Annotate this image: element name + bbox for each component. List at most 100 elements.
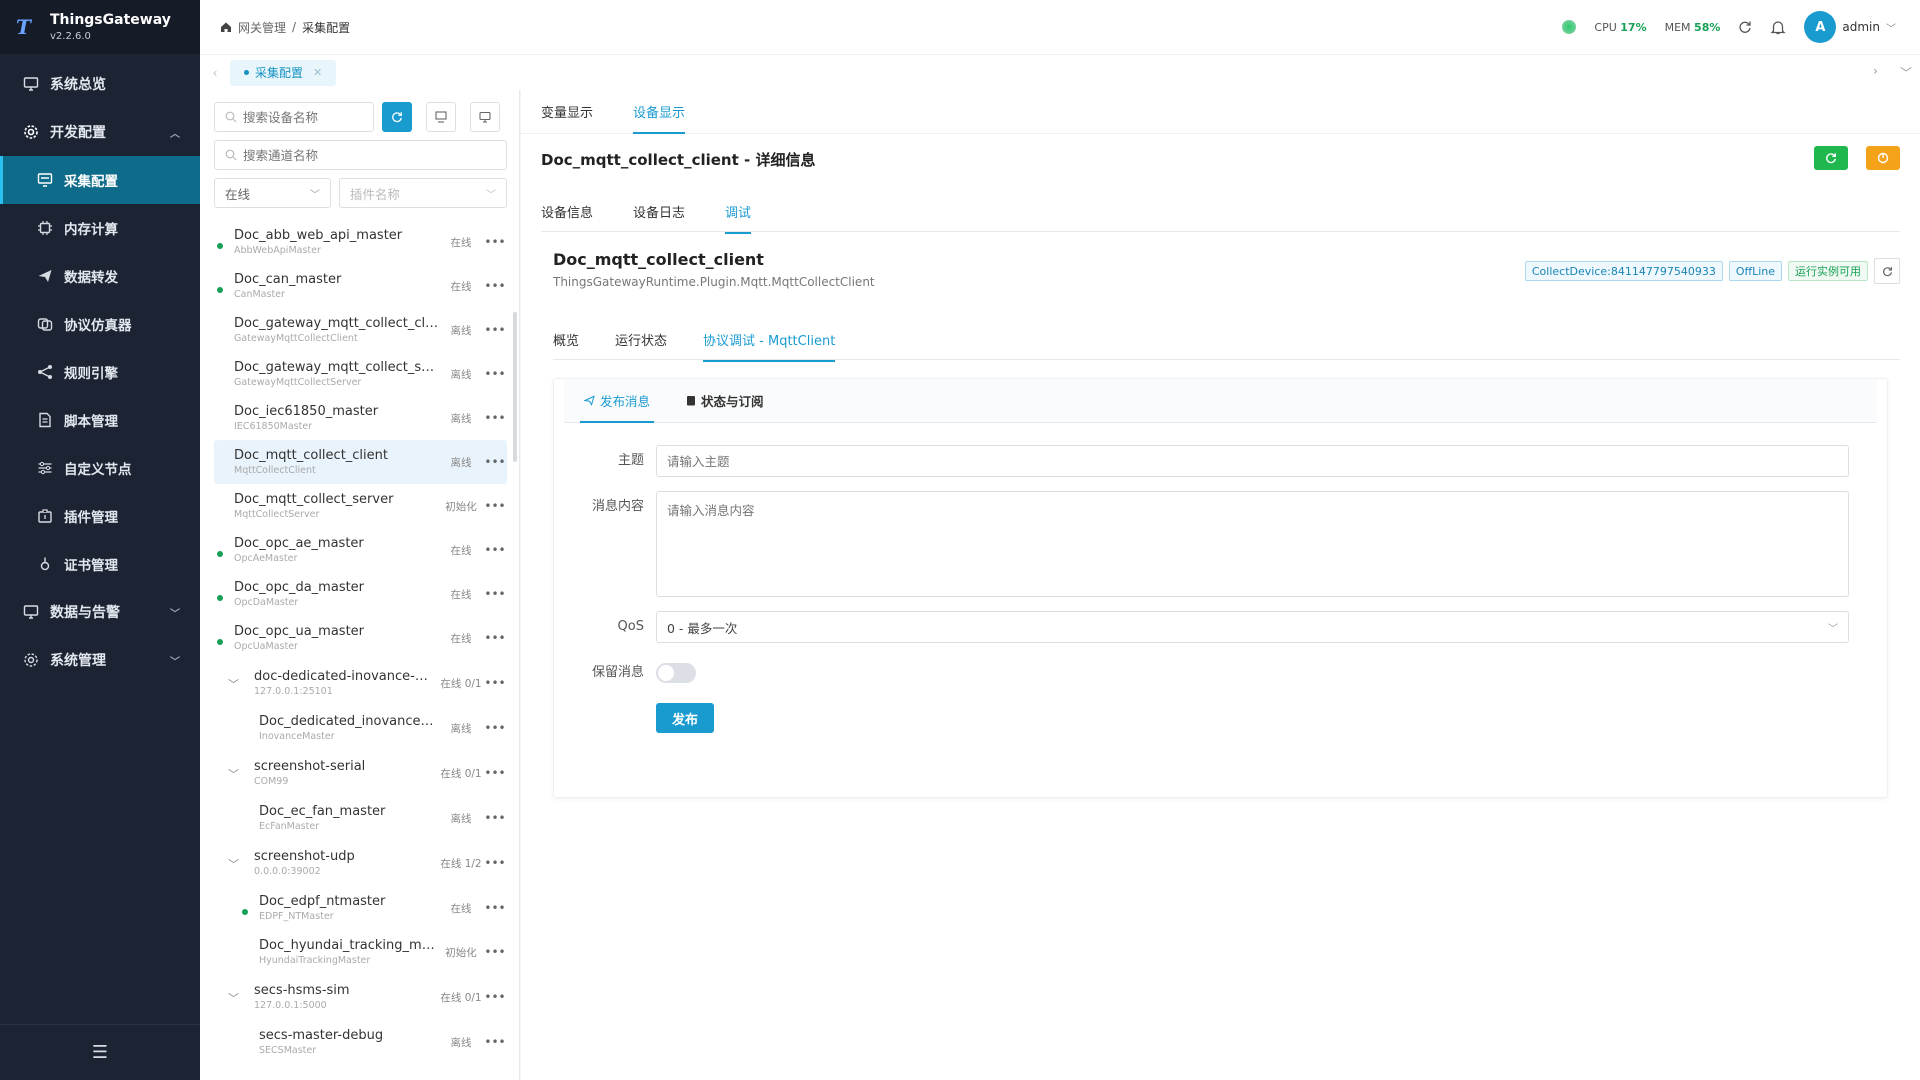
topic-field[interactable] [667,453,1848,469]
tree-view-button[interactable] [426,102,456,132]
more-icon[interactable]: ••• [483,856,507,870]
list-item[interactable]: Doc_iec61850_master IEC61850Master 离线 ••• [214,396,507,440]
list-item[interactable]: Doc_abb_web_api_master AbbWebApiMaster 在线 •… [214,220,507,264]
more-icon[interactable]: ••• [483,766,507,780]
sidebar-item-protocol-sim[interactable]: 协议仿真器 [0,300,200,348]
more-icon[interactable]: ••• [483,811,507,825]
sidebar-item-plugin-mgmt[interactable]: 插件管理 [0,492,200,540]
list-item[interactable]: Doc_opc_ua_master OpcUaMaster 在线 ••• [214,616,507,660]
restart-button[interactable] [1866,146,1900,170]
publish-button[interactable]: 发布 [656,703,714,733]
more-icon[interactable]: ••• [483,901,507,915]
tab-status-subscribe[interactable]: 状态与订阅 [686,391,764,410]
qos-select[interactable]: 0 - 最多一次 ﹀ [656,611,1849,643]
more-icon[interactable]: ••• [483,676,507,690]
sidebar-item-data-forward[interactable]: 数据转发 [0,252,200,300]
payload-textarea[interactable] [656,491,1849,597]
monitor-view-button[interactable] [470,102,500,132]
list-item[interactable]: Doc_opc_da_master OpcDaMaster 在线 ••• [214,572,507,616]
list-item[interactable]: Doc_opc_ae_master OpcAeMaster 在线 ••• [214,528,507,572]
sidebar-item-rule-engine[interactable]: 规则引擎 [0,348,200,396]
list-item-selected[interactable]: Doc_mqtt_collect_client MqttCollectClient… [214,440,507,484]
refresh-icon[interactable] [1738,20,1752,34]
chevron-left-icon[interactable]: ‹ [200,66,230,80]
more-icon[interactable]: ••• [483,990,507,1004]
refresh-button[interactable] [382,102,412,132]
chevron-down-icon[interactable]: ﹀ [228,676,239,692]
more-icon[interactable]: ••• [483,323,507,337]
sidebar-item-custom-node[interactable]: 自定义节点 [0,444,200,492]
more-icon[interactable]: ••• [483,279,507,293]
scrollbar[interactable] [513,312,517,462]
search-device-field[interactable] [243,109,373,125]
channel-group[interactable]: ﹀ screenshot-serial COM99 在线 0/1 ••• [214,750,507,796]
close-icon[interactable]: ✕ [313,66,322,79]
tab-runtime-status[interactable]: 运行状态 [615,330,667,349]
channel-group[interactable]: ﹀ secs-hsms-sim 127.0.0.1:5000 在线 0/1 ••• [214,974,507,1020]
tab-device-info[interactable]: 设备信息 [541,202,593,221]
list-item[interactable]: Doc_gateway_mqtt_collect_server GatewayMq… [214,352,507,396]
more-icon[interactable]: ••• [483,235,507,249]
more-icon[interactable]: ••• [483,543,507,557]
chevron-down-icon[interactable]: ﹀ [228,766,239,782]
list-item[interactable]: Doc_can_master CanMaster 在线 ••• [214,264,507,308]
tab-device-log[interactable]: 设备日志 [633,202,685,221]
sidebar-item-dev-config[interactable]: 开发配置 ︿ [0,108,200,156]
sidebar-item-system-mgmt[interactable]: 系统管理 ﹀ [0,636,200,684]
more-icon[interactable]: ••• [483,455,507,469]
chevron-right-icon[interactable]: › [1873,64,1878,81]
list-item[interactable]: Doc_edpf_ntmaster EDPF_NTMaster 在线 ••• [214,886,507,930]
tab-variable-view[interactable]: 变量显示 [541,102,593,121]
breadcrumb-item[interactable]: 网关管理 [238,19,286,36]
list-item[interactable]: Doc_gateway_mqtt_collect_client GatewayMq… [214,308,507,352]
sidebar-item-collect-config[interactable]: 采集配置 [0,156,200,204]
status-filter-select[interactable]: 在线 ﹀ [214,178,331,208]
tab-debug[interactable]: 调试 [725,202,752,234]
chevron-down-icon[interactable]: ﹀ [228,990,239,1006]
refresh-icon[interactable] [1874,258,1900,284]
sidebar-item-overview[interactable]: 系统总览 [0,60,200,108]
chevron-down-icon[interactable]: ﹀ [1900,64,1912,81]
chevron-down-icon[interactable]: ﹀ [228,856,239,872]
cpu-usage: CPU 17% [1594,20,1647,34]
tab-device-view[interactable]: 设备显示 [633,102,686,134]
more-icon[interactable]: ••• [483,1035,507,1049]
list-item[interactable]: Doc_mqtt_collect_server MqttCollectServer… [214,484,507,528]
more-icon[interactable]: ••• [483,721,507,735]
list-item[interactable]: Doc_hyundai_tracking_mas... HyundaiTracki… [214,930,507,974]
online-dot [217,639,223,645]
tab-protocol-debug[interactable]: 协议调试 - MqttClient [703,330,836,362]
channel-group[interactable]: ﹀ screenshot-udp 0.0.0.0:39002 在线 1/2 ••• [214,840,507,886]
page-tab-collect-config[interactable]: 采集配置 ✕ [230,59,337,86]
more-icon[interactable]: ••• [483,499,507,513]
sidebar-item-label: 规则引擎 [64,366,118,382]
list-item[interactable]: Doc_ec_fan_master EcFanMaster 离线 ••• [214,796,507,840]
plugin-filter-select[interactable]: 插件名称 ﹀ [338,178,507,208]
sidebar-item-cert-mgmt[interactable]: 证书管理 [0,540,200,588]
tab-publish[interactable]: 发布消息 [579,391,655,423]
search-channel-input[interactable] [214,140,507,170]
search-channel-field[interactable] [243,147,506,163]
more-icon[interactable]: ••• [483,587,507,601]
channel-group[interactable]: ﹀ doc-dedicated-inovance-m... 127.0.0.1:25… [214,660,507,706]
list-item[interactable]: secs-master-debug SECSMaster 离线 ••• [214,1020,507,1064]
payload-label: 消息内容 [591,499,644,514]
bell-icon[interactable] [1770,19,1786,35]
collapse-menu-button[interactable]: ☰ [0,1024,200,1080]
topic-input[interactable] [656,445,1849,477]
home-icon[interactable] [220,21,232,33]
search-device-input[interactable] [214,102,374,132]
list-item[interactable]: Doc_dedicated_inovance_ma...InovanceMast… [214,706,507,750]
retain-toggle[interactable] [656,663,696,683]
user-menu[interactable]: A admin ﹀ [1804,11,1896,43]
more-icon[interactable]: ••• [483,945,507,959]
sidebar-item-data-alarm[interactable]: 数据与告警 ﹀ [0,588,200,636]
sidebar-item-memory-compute[interactable]: 内存计算 [0,204,200,252]
refresh-detail-button[interactable] [1814,146,1848,170]
more-icon[interactable]: ••• [483,411,507,425]
tab-overview[interactable]: 概览 [553,330,579,349]
payload-field[interactable] [667,500,1838,588]
sidebar-item-script-mgmt[interactable]: 脚本管理 [0,396,200,444]
more-icon[interactable]: ••• [483,367,507,381]
more-icon[interactable]: ••• [483,631,507,645]
